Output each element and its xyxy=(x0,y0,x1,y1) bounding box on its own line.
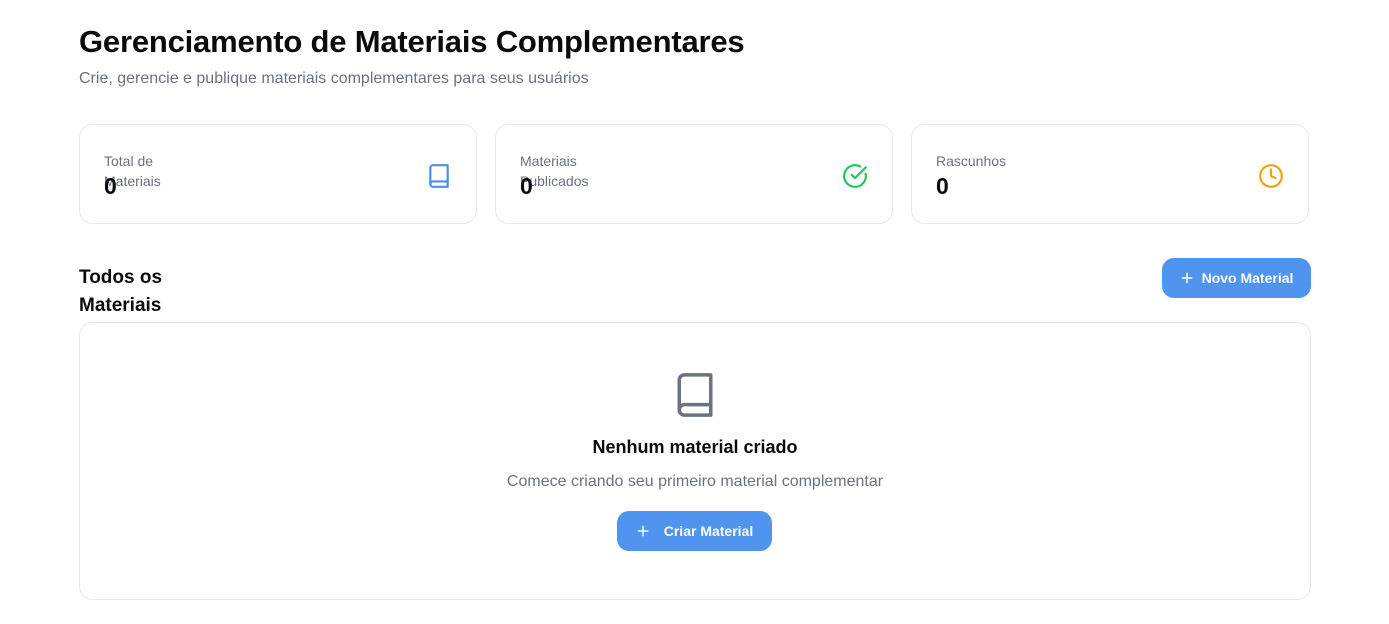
book-icon xyxy=(429,164,449,188)
stat-value-published: 0 xyxy=(520,173,533,199)
empty-state-panel xyxy=(79,322,1311,600)
plus-icon xyxy=(637,525,649,537)
page-title: Gerenciamento de Materiais Complementare… xyxy=(79,24,745,59)
plus-icon xyxy=(1181,272,1192,284)
section-title: Todos os Materiais xyxy=(79,267,163,316)
stat-value-total: 0 xyxy=(104,173,117,199)
empty-state-title: Nenhum material criado xyxy=(592,437,798,457)
stat-label-drafts: Rascunhos xyxy=(936,153,1007,169)
check-circle-icon xyxy=(843,164,867,188)
stat-card-drafts: Rascunhos 0 xyxy=(911,124,1309,224)
book-icon xyxy=(677,373,713,417)
create-material-button[interactable]: Criar Material xyxy=(617,511,772,551)
create-material-label: Criar Material xyxy=(663,523,754,539)
empty-state-description: Comece criando seu primeiro material com… xyxy=(506,473,884,490)
new-material-label: Novo Material xyxy=(1201,270,1294,286)
stat-value-drafts: 0 xyxy=(936,173,949,199)
stat-card-total: Total de Materiais 0 xyxy=(79,124,477,224)
clock-icon xyxy=(1259,164,1283,188)
new-material-button[interactable]: Novo Material xyxy=(1162,258,1311,298)
page-subtitle: Crie, gerencie e publique materiais comp… xyxy=(79,70,589,87)
stat-card-published: Materiais Publicados 0 xyxy=(495,124,893,224)
